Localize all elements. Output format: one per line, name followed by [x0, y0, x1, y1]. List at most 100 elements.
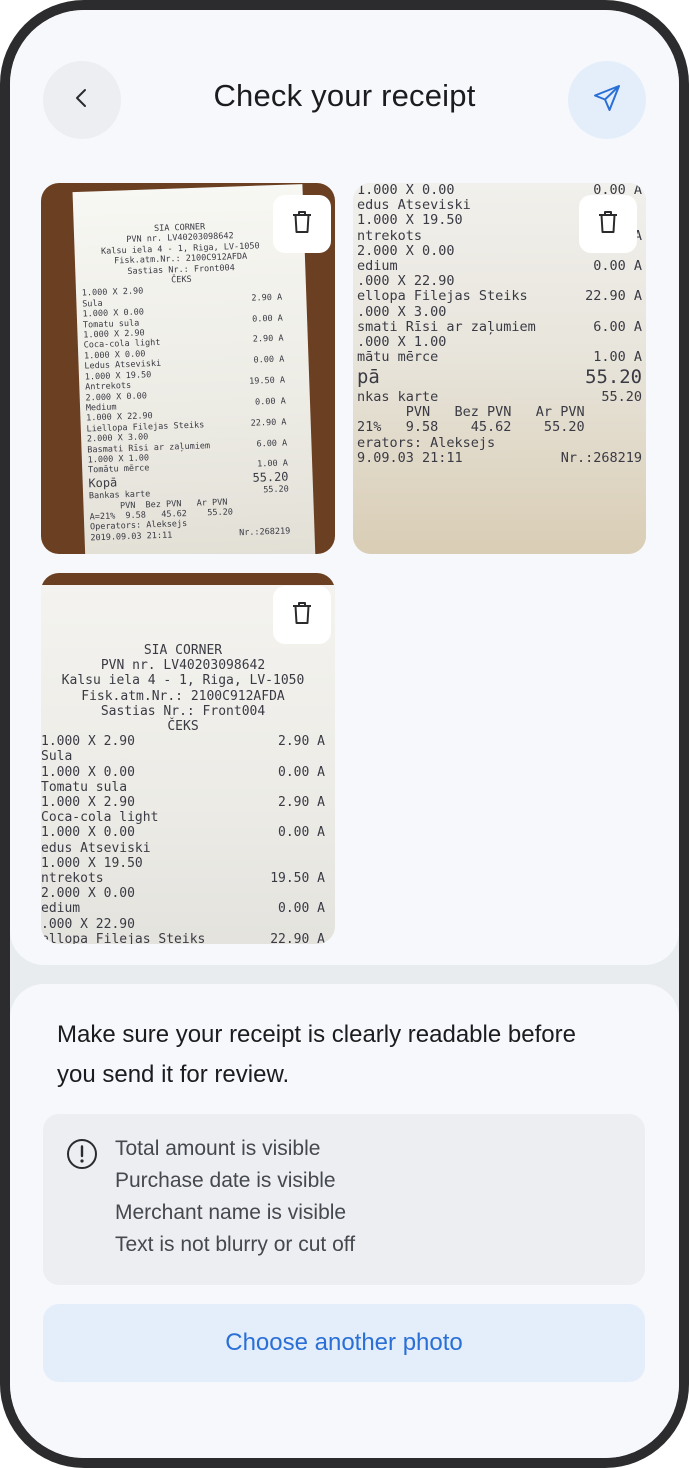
- receipt-line-text: edium: [41, 901, 81, 917]
- receipt-line-text: .000 X 1.00: [357, 334, 447, 351]
- page-title: Check your receipt: [213, 78, 476, 113]
- receipt-line: Fisk.atm.Nr.: 2100C912AFDA: [41, 689, 325, 704]
- receipt-line-amount: 55.20: [585, 366, 642, 389]
- receipt-line-amount: 55.20: [252, 469, 289, 485]
- receipt-photo-2[interactable]: 1.000 X 0.00 0.00 A edus Atseviski 1.000 X …: [353, 183, 646, 554]
- receipt-line-text: pā: [357, 366, 380, 389]
- receipt-line-amount: 0.00 A: [278, 764, 325, 780]
- paper-plane-icon: [592, 83, 622, 118]
- delete-photo-button[interactable]: [579, 195, 637, 253]
- delete-photo-button[interactable]: [273, 195, 331, 253]
- receipt-line-text: edium: [357, 258, 398, 275]
- receipt-line-text: 2.000 X 0.00: [41, 886, 135, 902]
- receipt-line-text: 1.000 X 2.90: [41, 734, 135, 750]
- receipt-line-text: ntrekots: [41, 871, 104, 887]
- receipt-line: Tomatu sula: [41, 780, 325, 795]
- receipt-line: .000 X 3.00: [357, 303, 642, 320]
- receipt-line-text: Fisk.atm.Nr.: 2100C912AFDA: [81, 688, 285, 704]
- trash-icon: [291, 601, 313, 630]
- receipt-line: pā 55.20: [357, 365, 642, 390]
- receipt-line: smati Rīsi ar zaļumiem 6.00 A: [357, 318, 642, 335]
- receipt-line: 1.000 X 19.50: [41, 856, 325, 871]
- receipt-photo-1[interactable]: SIA CORNER PVN nr. LV40203098642 Kalsu iel…: [41, 183, 335, 554]
- receipt-text: SIA CORNER PVN nr. LV40203098642 Kalsu iel…: [80, 220, 291, 544]
- receipt-line-text: mātu mērce: [357, 349, 439, 366]
- receipt-line: 2.000 X 0.00: [41, 886, 325, 901]
- receipt-line-text: Sastias Nr.: Front004: [100, 703, 266, 719]
- receipt-line: edium 0.00 A: [41, 901, 325, 916]
- receipt-line: ntrekots 19.50 A: [41, 871, 325, 886]
- receipt-line-amount: 2.90 A: [278, 734, 325, 750]
- receipt-line-amount: 19.50 A: [249, 375, 286, 387]
- trash-icon: [291, 210, 313, 239]
- receipt-line: Sula: [41, 749, 325, 764]
- receipt-line-text: edus Atseviski: [41, 840, 151, 856]
- receipt-line-amount: 2.90 A: [252, 334, 284, 346]
- receipt-line-text: smati Rīsi ar zaļumiem: [357, 318, 536, 335]
- receipt-line-text: ntrekots: [357, 227, 423, 244]
- receipt-line-text: 1.000 X 0.00: [41, 825, 135, 841]
- receipt-line-text: Kopā: [88, 475, 118, 491]
- receipt-line-amount: 0.00 A: [254, 396, 286, 408]
- receipt-line-amount: Nr.:268219: [560, 449, 642, 466]
- checklist-item: Merchant name is visible: [115, 1201, 347, 1224]
- receipt-line-text: nkas karte: [357, 389, 439, 405]
- chevron-left-icon: [71, 87, 93, 114]
- receipt-line-amount: 2.90 A: [278, 795, 325, 811]
- receipt-line: .000 X 1.00: [357, 334, 642, 351]
- phone-frame: Check your receipt SIA CORNER PVN nr. LV4…: [0, 0, 689, 1468]
- receipt-line-text: Sula: [41, 749, 73, 765]
- receipt-line: 1.000 X 0.00 0.00 A: [41, 825, 325, 840]
- receipt-line-text: .000 X 3.00: [357, 303, 447, 320]
- receipt-line-amount: 22.90 A: [250, 417, 287, 429]
- receipt-line-text: erators: Aleksejs: [357, 434, 496, 451]
- receipt-line-text: ČEKS: [171, 274, 192, 286]
- receipt-line-text: ellopa Filejas Steiks: [41, 931, 206, 944]
- receipt-line: 1.000 X 2.90 2.90 A: [41, 795, 325, 810]
- receipt-line-text: 1.000 X 0.00: [357, 183, 455, 198]
- checklist-item: Purchase date is visible: [115, 1169, 336, 1192]
- receipt-line-amount: 55.20: [601, 389, 642, 405]
- receipt-line: nkas karte 55.20: [357, 389, 642, 405]
- receipt-line-amount: 0.00 A: [593, 258, 642, 275]
- receipt-line-text: edus Atseviski: [357, 197, 471, 214]
- receipt-line: Kalsu iela 4 - 1, Riga, LV-1050: [41, 673, 325, 688]
- receipt-line-text: 1.000 X 2.90: [81, 286, 144, 299]
- receipt-line-amount: 22.90 A: [270, 931, 325, 944]
- receipt-line-text: 1.000 X 19.50: [357, 212, 463, 229]
- receipt-line: 1.000 X 2.90 2.90 A: [41, 734, 325, 749]
- receipt-line-amount: 6.00 A: [593, 318, 642, 335]
- receipt-line-amount: 0.00 A: [278, 825, 325, 841]
- receipt-line-text: Coca-cola light: [41, 810, 159, 826]
- receipt-line: Coca-cola light: [41, 810, 325, 825]
- screen: Check your receipt SIA CORNER PVN nr. LV4…: [10, 10, 679, 1458]
- receipt-line-text: 1.000 X 0.00: [41, 764, 135, 780]
- receipt-line: edium 0.00 A: [357, 258, 642, 275]
- receipt-photo-3[interactable]: SIA CORNER PVN nr. LV40203098642 Kalsu iel…: [41, 573, 335, 944]
- receipt-line: ellopa Filejas Steiks 22.90 A: [357, 289, 642, 304]
- receipt-line-text: Sula: [82, 298, 103, 310]
- receipt-line: PVN Bez PVN Ar PVN: [357, 405, 642, 420]
- receipt-line-amount: 55.20: [263, 484, 290, 496]
- receipt-line-text: 1.000 X 2.90: [41, 795, 135, 811]
- receipt-line: edus Atseviski: [41, 841, 325, 856]
- receipt-line: ellopa Filejas Steiks 22.90 A: [41, 932, 325, 944]
- receipt-line-text: .000 X 22.90: [357, 273, 455, 290]
- receipt-line-text: 2.000 X 0.00: [357, 242, 455, 259]
- receipt-line: mātu mērce 1.00 A: [357, 350, 642, 365]
- receipt-line-text: PVN nr. LV40203098642: [100, 658, 266, 674]
- receipt-review-panel: Check your receipt SIA CORNER PVN nr. LV4…: [10, 10, 679, 965]
- info-circle-icon: [66, 1138, 98, 1175]
- receipt-line: SIA CORNER: [41, 643, 325, 658]
- checklist-item: Total amount is visible: [115, 1137, 321, 1160]
- choose-another-photo-button[interactable]: Choose another photo: [43, 1304, 645, 1382]
- receipt-line-amount: 19.50 A: [270, 871, 325, 887]
- receipt-line-amount: 2.90 A: [251, 292, 283, 304]
- receipt-line-amount: 0.00 A: [253, 354, 285, 366]
- delete-photo-button[interactable]: [273, 586, 331, 644]
- receipt-line-text: Kalsu iela 4 - 1, Riga, LV-1050: [61, 673, 305, 689]
- checklist-box: Total amount is visible Purchase date is…: [43, 1114, 645, 1285]
- receipt-line: ČEKS: [41, 719, 325, 734]
- send-button[interactable]: [568, 61, 646, 139]
- back-button[interactable]: [43, 61, 121, 139]
